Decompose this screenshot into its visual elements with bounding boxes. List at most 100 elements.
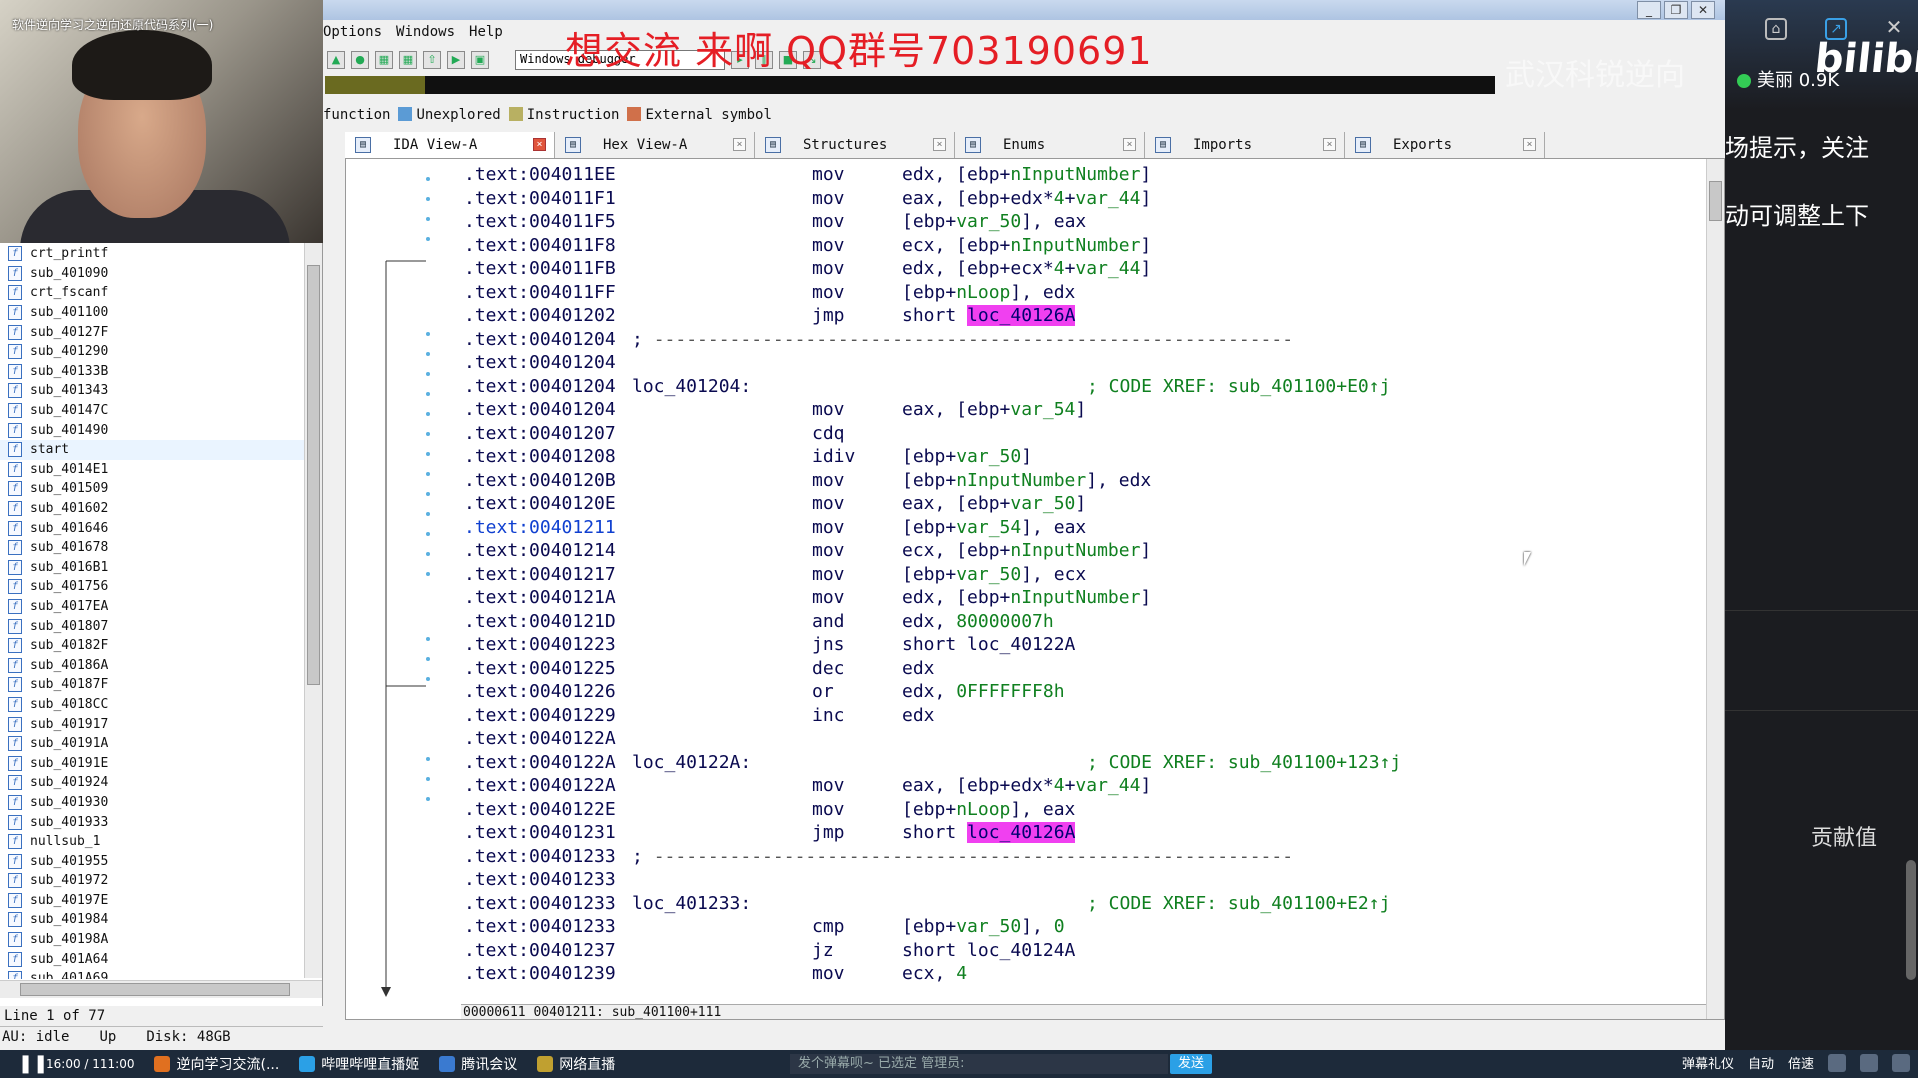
function-item[interactable]: f sub_401509 (0, 479, 305, 499)
tab-exports[interactable]: ▤ Exports × (1345, 132, 1545, 158)
disasm-line[interactable]: .text:00401226 or edx, 0FFFFFFF8h (462, 680, 1702, 704)
function-item[interactable]: f sub_4014E1 (0, 460, 305, 480)
disassembly-vscroll[interactable] (1706, 159, 1724, 1019)
tab-close-icon[interactable]: × (1323, 138, 1336, 151)
function-item[interactable]: f sub_40191E (0, 753, 305, 773)
disasm-line[interactable]: .text:00401217 mov [ebp+var_50], ecx (462, 563, 1702, 587)
disasm-line[interactable]: .text:00401204 ; ------------------------… (462, 328, 1702, 352)
tab-imports[interactable]: ▤ Imports × (1145, 132, 1345, 158)
disasm-line[interactable]: .text:00401207 cdq (462, 422, 1702, 446)
function-item[interactable]: f sub_401917 (0, 714, 305, 734)
function-item[interactable]: f sub_401290 (0, 342, 305, 362)
function-item[interactable]: f sub_40127F (0, 322, 305, 342)
function-item[interactable]: f sub_401984 (0, 910, 305, 930)
code-label[interactable]: loc_401204: (632, 375, 751, 399)
disasm-line[interactable]: .text:00401225 dec edx (462, 657, 1702, 681)
tab-ida-view-a[interactable]: ▤ IDA View-A × (345, 132, 555, 158)
disasm-line[interactable]: .text:00401237 jz short loc_40124A (462, 939, 1702, 963)
disasm-line[interactable]: .text:004011F1 mov eax, [ebp+edx*4+var_44] (462, 187, 1702, 211)
tray-item[interactable]: 自动 (1748, 1053, 1774, 1072)
disasm-line[interactable]: .text:004011FB mov edx, [ebp+ecx*4+var_44] (462, 257, 1702, 281)
disasm-line[interactable]: .text:004011FF mov [ebp+nLoop], edx (462, 281, 1702, 305)
function-item[interactable]: f sub_401090 (0, 264, 305, 284)
function-item[interactable]: f sub_401955 (0, 851, 305, 871)
function-item[interactable]: f start (0, 439, 305, 460)
tab-hex-view-a[interactable]: ▤ Hex View-A × (555, 132, 755, 158)
function-item[interactable]: f sub_40198A (0, 930, 305, 950)
volume-icon[interactable] (1828, 1053, 1846, 1072)
run-icon[interactable]: ● (351, 51, 369, 69)
disasm-line[interactable]: .text:004011F8 mov ecx, [ebp+nInputNumber] (462, 234, 1702, 258)
menu-item-options[interactable]: Options (323, 24, 382, 46)
disasm-line[interactable]: .text:00401214 mov ecx, [ebp+nInputNumber] (462, 539, 1702, 563)
tab-enums[interactable]: ▤ Enums × (955, 132, 1145, 158)
disasm-line[interactable]: .text:00401233 cmp [ebp+var_50], 0 (462, 915, 1702, 939)
xref-icon[interactable]: ⇧ (423, 51, 441, 69)
function-item[interactable]: f sub_401602 (0, 499, 305, 519)
disasm-line[interactable]: .text:00401204 (462, 351, 1702, 375)
close-button[interactable]: ✕ (1691, 1, 1715, 19)
restore-button[interactable]: ❐ (1664, 1, 1688, 19)
function-item[interactable]: f sub_401807 (0, 616, 305, 636)
disasm-line[interactable]: .text:00401229 inc edx (462, 704, 1702, 728)
function-item[interactable]: f sub_401924 (0, 773, 305, 793)
function-item[interactable]: f sub_401490 (0, 420, 305, 440)
function-item[interactable]: f sub_401972 (0, 871, 305, 891)
fullscreen-icon[interactable] (1892, 1053, 1910, 1072)
tray-item[interactable]: 倍速 (1788, 1053, 1814, 1072)
function-item[interactable]: f sub_401100 (0, 303, 305, 323)
disasm-line[interactable]: .text:0040122E mov [ebp+nLoop], eax (462, 798, 1702, 822)
disasm-line[interactable]: .text:00401233 (462, 868, 1702, 892)
tab-close-icon[interactable]: × (533, 138, 546, 151)
disasm-line[interactable]: .text:004011F5 mov [ebp+var_50], eax (462, 210, 1702, 234)
function-item[interactable]: f sub_40133B (0, 362, 305, 382)
menu-item-windows[interactable]: Windows (396, 24, 455, 46)
disasm-line[interactable]: .text:00401231 jmp short loc_40126A (462, 821, 1702, 845)
function-item[interactable]: f sub_4017EA (0, 597, 305, 617)
tab-close-icon[interactable]: × (1123, 138, 1136, 151)
danmaku-input[interactable]: 发个弹幕呗~ 已选定 管理员: (790, 1054, 1168, 1074)
highlighted-operand[interactable]: loc_40126A (967, 822, 1076, 843)
debug-icon[interactable]: ▣ (471, 51, 489, 69)
function-item[interactable]: f crt_printf (0, 244, 305, 264)
tab-structures[interactable]: ▤ Structures × (755, 132, 955, 158)
highlighted-operand[interactable]: loc_40126A (967, 305, 1076, 326)
navigation-band[interactable] (325, 76, 1495, 94)
graph-icon[interactable]: ▦ (375, 51, 393, 69)
function-item[interactable]: f sub_401646 (0, 518, 305, 538)
taskbar-task[interactable]: 网络直播 (529, 1052, 623, 1076)
undo-icon[interactable]: ▲ (327, 51, 345, 69)
disasm-line[interactable]: .text:0040120E mov eax, [ebp+var_50] (462, 492, 1702, 516)
function-item[interactable]: f sub_40147C (0, 401, 305, 421)
taskbar-task[interactable]: 逆向学习交流(... (146, 1052, 287, 1076)
disasm-line[interactable]: .text:00401233 loc_401233: ; CODE XREF: su… (462, 892, 1702, 916)
disasm-line[interactable]: .text:0040121D and edx, 80000007h (462, 610, 1702, 634)
tab-close-icon[interactable]: × (1523, 138, 1536, 151)
function-item[interactable]: f sub_401756 (0, 577, 305, 597)
tab-close-icon[interactable]: × (933, 138, 946, 151)
function-item[interactable]: f sub_401933 (0, 812, 305, 832)
minimize-button[interactable]: _ (1637, 1, 1661, 19)
function-item[interactable]: f sub_401A64 (0, 949, 305, 969)
function-item[interactable]: f sub_4018CC (0, 695, 305, 715)
functions-vscroll[interactable] (304, 243, 322, 978)
disasm-line[interactable]: .text:00401233 ; ------------------------… (462, 845, 1702, 869)
disasm-line[interactable]: .text:00401239 mov ecx, 4 (462, 962, 1702, 986)
function-item[interactable]: f sub_4016B1 (0, 558, 305, 578)
graph2-icon[interactable]: ▦ (399, 51, 417, 69)
disasm-line[interactable]: .text:0040120B mov [ebp+nInputNumber], edx (462, 469, 1702, 493)
function-item[interactable]: f sub_40182F (0, 636, 305, 656)
function-item[interactable]: f nullsub_1 (0, 832, 305, 852)
function-item[interactable]: f sub_401930 (0, 793, 305, 813)
disasm-line[interactable]: .text:0040122A (462, 727, 1702, 751)
disasm-line[interactable]: .text:00401223 jns short loc_40122A (462, 633, 1702, 657)
code-label[interactable]: loc_40122A: (632, 751, 751, 775)
function-item[interactable]: f crt_fscanf (0, 283, 305, 303)
function-item[interactable]: f sub_401A69 (0, 969, 305, 979)
disasm-line[interactable]: .text:00401204 mov eax, [ebp+var_54] (462, 398, 1702, 422)
function-item[interactable]: f sub_40187F (0, 675, 305, 695)
menu-item-help[interactable]: Help (469, 24, 503, 46)
disasm-line[interactable]: .text:004011EE mov edx, [ebp+nInputNumber] (462, 163, 1702, 187)
function-item[interactable]: f sub_40197E (0, 891, 305, 911)
tab-close-icon[interactable]: × (733, 138, 746, 151)
